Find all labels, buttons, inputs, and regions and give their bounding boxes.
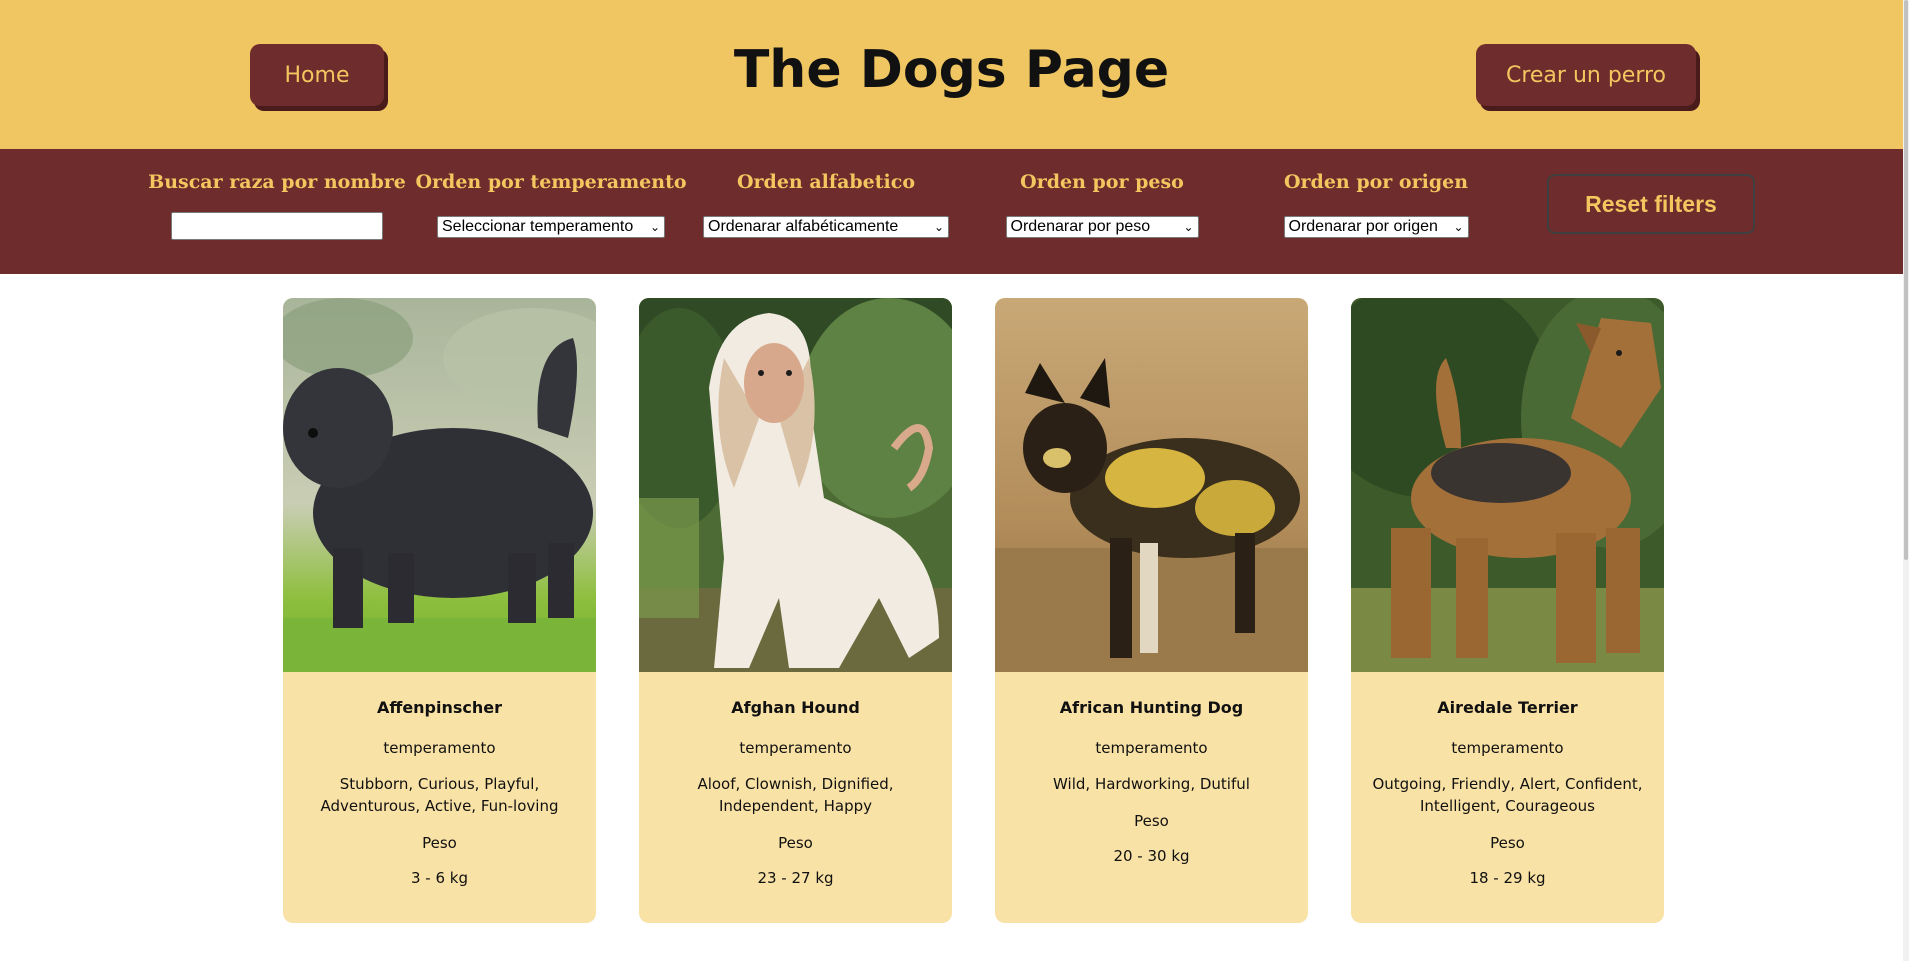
chevron-down-icon: ⌄	[1183, 220, 1194, 234]
weight-value: 3 - 6 kg	[410, 869, 468, 887]
dog-card[interactable]: Airedale Terrier temperamento Outgoing, …	[1351, 298, 1664, 923]
scrollbar-thumb[interactable]	[1904, 0, 1908, 560]
weight-heading: Peso	[1490, 834, 1525, 852]
temperament-heading: temperamento	[383, 739, 496, 757]
weight-label: Orden por peso	[1020, 171, 1184, 193]
weight-heading: Peso	[778, 834, 813, 852]
search-input[interactable]	[171, 212, 383, 240]
dog-card[interactable]: Afghan Hound temperamento Aloof, Clownis…	[639, 298, 952, 923]
dog-card[interactable]: African Hunting Dog temperamento Wild, H…	[995, 298, 1308, 923]
origin-filter: Orden por origen Ordenarar por origen ⌄	[1283, 171, 1469, 238]
weight-value: 18 - 29 kg	[1469, 869, 1546, 887]
temperament-filter: Orden por temperamento Seleccionar tempe…	[415, 171, 687, 238]
weight-select-value: Ordenarar por peso	[1010, 218, 1151, 235]
dog-card[interactable]: Affenpinscher temperamento Stubborn, Cur…	[283, 298, 596, 923]
origin-select[interactable]: Ordenarar por origen ⌄	[1283, 216, 1469, 238]
temperament-heading: temperamento	[739, 739, 852, 757]
dog-name: Affenpinscher	[376, 698, 503, 717]
dog-name: Afghan Hound	[731, 698, 860, 717]
weight-filter: Orden por peso Ordenarar por peso ⌄	[1004, 171, 1200, 238]
card-body: Airedale Terrier temperamento Outgoing, …	[1351, 698, 1664, 887]
alpha-select[interactable]: Ordenarar alfabéticamente ⌄	[703, 216, 949, 238]
dog-image	[995, 298, 1308, 672]
header: The Dogs Page Home Crear un perro	[0, 0, 1903, 149]
temperament-list: Wild, Hardworking, Dutiful	[1053, 775, 1250, 793]
dog-image	[1351, 298, 1664, 672]
alpha-label: Orden alfabetico	[737, 171, 915, 193]
weight-heading: Peso	[422, 834, 457, 852]
temperament-heading: temperamento	[1451, 739, 1564, 757]
dog-name: African Hunting Dog	[1059, 698, 1244, 717]
search-label: Buscar raza por nombre	[148, 171, 406, 193]
temperament-list: Outgoing, Friendly, Alert, Confident, In…	[1372, 775, 1643, 815]
dog-name: Airedale Terrier	[1437, 698, 1578, 717]
dog-image	[283, 298, 596, 672]
temperament-heading: temperamento	[1095, 739, 1208, 757]
reset-filters-button[interactable]: Reset filters	[1547, 174, 1755, 234]
origin-label: Orden por origen	[1283, 171, 1469, 193]
weight-value: 23 - 27 kg	[757, 869, 834, 887]
alpha-filter: Orden alfabetico Ordenarar alfabéticamen…	[702, 171, 950, 238]
chevron-down-icon: ⌄	[933, 220, 944, 234]
origin-select-value: Ordenarar por origen	[1288, 218, 1438, 235]
card-body: African Hunting Dog temperamento Wild, H…	[995, 698, 1308, 865]
card-body: Affenpinscher temperamento Stubborn, Cur…	[283, 698, 596, 887]
alpha-select-value: Ordenarar alfabéticamente	[708, 218, 899, 235]
create-dog-button[interactable]: Crear un perro	[1476, 44, 1696, 106]
temperament-list: Aloof, Clownish, Dignified, Independent,…	[697, 775, 894, 815]
home-button[interactable]: Home	[250, 44, 384, 106]
card-body: Afghan Hound temperamento Aloof, Clownis…	[639, 698, 952, 887]
weight-select[interactable]: Ordenarar por peso ⌄	[1005, 216, 1199, 238]
weight-value: 20 - 30 kg	[1113, 847, 1190, 865]
search-filter: Buscar raza por nombre	[148, 171, 406, 240]
chevron-down-icon: ⌄	[649, 220, 660, 234]
weight-heading: Peso	[1134, 812, 1169, 830]
temperament-select-value: Seleccionar temperamento	[442, 218, 634, 235]
temperament-select[interactable]: Seleccionar temperamento ⌄	[437, 216, 665, 238]
chevron-down-icon: ⌄	[1453, 220, 1464, 234]
temperament-label: Orden por temperamento	[415, 171, 687, 193]
temperament-list: Stubborn, Curious, Playful, Adventurous,…	[320, 775, 559, 815]
dog-image	[639, 298, 952, 672]
vertical-scrollbar[interactable]	[1903, 0, 1909, 961]
